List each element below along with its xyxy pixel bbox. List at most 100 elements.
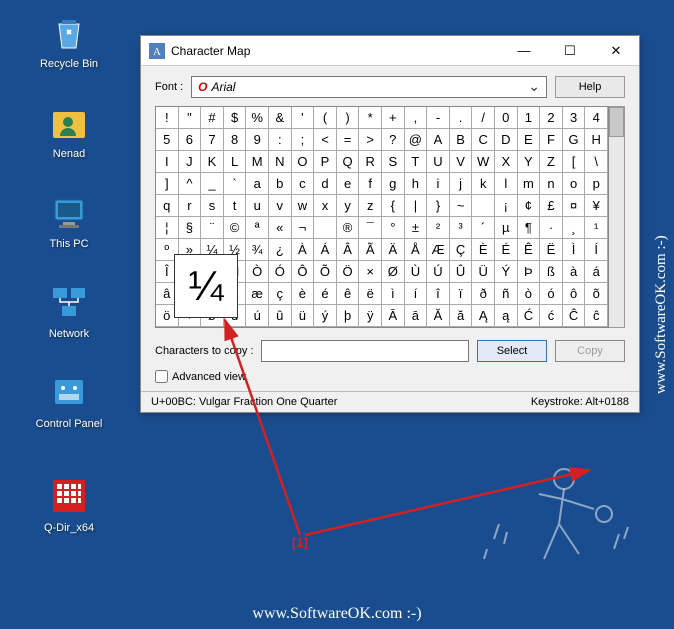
char-cell[interactable]: Ö bbox=[337, 261, 360, 283]
char-cell[interactable]: : bbox=[269, 129, 292, 151]
char-cell[interactable]: @ bbox=[405, 129, 428, 151]
char-cell[interactable]: Ą bbox=[472, 305, 495, 327]
char-cell[interactable]: × bbox=[359, 261, 382, 283]
char-cell[interactable]: f bbox=[359, 173, 382, 195]
grid-scrollbar[interactable] bbox=[609, 106, 625, 328]
char-cell[interactable]: h bbox=[405, 173, 428, 195]
char-cell[interactable]: Ă bbox=[427, 305, 450, 327]
char-cell[interactable]: § bbox=[179, 217, 202, 239]
char-cell[interactable]: ą bbox=[495, 305, 518, 327]
char-cell[interactable]: k bbox=[472, 173, 495, 195]
char-cell[interactable]: ­ bbox=[314, 217, 337, 239]
char-cell[interactable]: R bbox=[359, 151, 382, 173]
minimize-button[interactable]: — bbox=[501, 36, 547, 66]
char-cell[interactable]: [ bbox=[563, 151, 586, 173]
char-cell[interactable]: ì bbox=[382, 283, 405, 305]
char-cell[interactable]: z bbox=[359, 195, 382, 217]
char-cell[interactable]: ï bbox=[450, 283, 473, 305]
char-cell[interactable]: Æ bbox=[427, 239, 450, 261]
char-cell[interactable]: é bbox=[314, 283, 337, 305]
char-cell[interactable]: | bbox=[405, 195, 428, 217]
char-cell[interactable]: ¥ bbox=[585, 195, 608, 217]
char-cell[interactable]: Ý bbox=[495, 261, 518, 283]
char-cell[interactable]: Ä bbox=[382, 239, 405, 261]
char-cell[interactable]: 2 bbox=[540, 107, 563, 129]
char-cell[interactable]: û bbox=[269, 305, 292, 327]
char-cell[interactable]: a bbox=[246, 173, 269, 195]
char-cell[interactable]: i bbox=[427, 173, 450, 195]
char-cell[interactable]: o bbox=[563, 173, 586, 195]
char-cell[interactable]: S bbox=[382, 151, 405, 173]
char-cell[interactable]: _ bbox=[201, 173, 224, 195]
char-cell[interactable]: ó bbox=[540, 283, 563, 305]
char-cell[interactable]: y bbox=[337, 195, 360, 217]
char-cell[interactable]: * bbox=[359, 107, 382, 129]
char-cell[interactable]: À bbox=[292, 239, 315, 261]
maximize-button[interactable]: ☐ bbox=[547, 36, 593, 66]
char-cell[interactable]: $ bbox=[224, 107, 247, 129]
char-cell[interactable]: 6 bbox=[179, 129, 202, 151]
char-cell[interactable]: ß bbox=[540, 261, 563, 283]
char-cell[interactable]: , bbox=[405, 107, 428, 129]
char-cell[interactable]: ^ bbox=[179, 173, 202, 195]
char-cell[interactable]: õ bbox=[585, 283, 608, 305]
char-cell[interactable]: = bbox=[337, 129, 360, 151]
char-cell[interactable]: © bbox=[224, 217, 247, 239]
char-cell[interactable]: ú bbox=[246, 305, 269, 327]
char-cell[interactable]: l bbox=[495, 173, 518, 195]
char-cell[interactable]: ă bbox=[450, 305, 473, 327]
char-cell[interactable]: ā bbox=[405, 305, 428, 327]
char-cell[interactable]: g bbox=[382, 173, 405, 195]
char-cell[interactable]: ± bbox=[405, 217, 428, 239]
char-cell[interactable]: ð bbox=[472, 283, 495, 305]
char-cell[interactable]: x bbox=[314, 195, 337, 217]
char-cell[interactable]: ć bbox=[540, 305, 563, 327]
char-cell[interactable]: µ bbox=[495, 217, 518, 239]
char-cell[interactable]: ` bbox=[224, 173, 247, 195]
char-cell[interactable]: j bbox=[450, 173, 473, 195]
desktop-icon-qdir[interactable]: Q-Dir_x64 bbox=[30, 474, 108, 534]
char-cell[interactable]: m bbox=[518, 173, 541, 195]
char-cell[interactable]: ë bbox=[359, 283, 382, 305]
char-cell[interactable]: ´ bbox=[472, 217, 495, 239]
char-cell[interactable]: Á bbox=[314, 239, 337, 261]
char-cell[interactable]: s bbox=[201, 195, 224, 217]
char-cell[interactable]: ê bbox=[337, 283, 360, 305]
char-cell[interactable]: ; bbox=[292, 129, 315, 151]
char-cell[interactable]: ' bbox=[292, 107, 315, 129]
char-cell[interactable]: Ó bbox=[269, 261, 292, 283]
char-cell[interactable]: Q bbox=[337, 151, 360, 173]
desktop-icon-recycle-bin[interactable]: Recycle Bin bbox=[30, 10, 108, 70]
char-cell[interactable]: Ú bbox=[427, 261, 450, 283]
char-cell[interactable]: « bbox=[269, 217, 292, 239]
char-cell[interactable]: É bbox=[495, 239, 518, 261]
char-cell[interactable]: ¨ bbox=[201, 217, 224, 239]
char-cell[interactable]: C bbox=[472, 129, 495, 151]
char-cell[interactable]: < bbox=[314, 129, 337, 151]
char-cell[interactable]: í bbox=[405, 283, 428, 305]
char-cell[interactable]: ò bbox=[518, 283, 541, 305]
desktop-icon-network[interactable]: Network bbox=[30, 280, 108, 340]
char-cell[interactable]: + bbox=[382, 107, 405, 129]
char-cell[interactable]: 8 bbox=[224, 129, 247, 151]
char-cell[interactable]: Ü bbox=[472, 261, 495, 283]
select-button[interactable]: Select bbox=[477, 340, 547, 362]
char-cell[interactable]: æ bbox=[246, 283, 269, 305]
desktop-icon-nenad[interactable]: Nenad bbox=[30, 100, 108, 160]
char-cell[interactable]: - bbox=[427, 107, 450, 129]
char-cell[interactable]: H bbox=[585, 129, 608, 151]
char-cell[interactable]: ý bbox=[314, 305, 337, 327]
char-cell[interactable]: r bbox=[179, 195, 202, 217]
char-cell[interactable]: B bbox=[450, 129, 473, 151]
char-cell[interactable]: ] bbox=[156, 173, 179, 195]
char-cell[interactable]: n bbox=[540, 173, 563, 195]
char-cell[interactable]: Ç bbox=[450, 239, 473, 261]
char-cell[interactable]: 7 bbox=[201, 129, 224, 151]
char-cell[interactable]: á bbox=[585, 261, 608, 283]
char-cell[interactable]: Ć bbox=[518, 305, 541, 327]
char-cell[interactable]: Þ bbox=[518, 261, 541, 283]
char-cell[interactable]: ¢ bbox=[518, 195, 541, 217]
char-cell[interactable]: 0 bbox=[495, 107, 518, 129]
char-cell[interactable]: A bbox=[427, 129, 450, 151]
char-cell[interactable]: ü bbox=[292, 305, 315, 327]
